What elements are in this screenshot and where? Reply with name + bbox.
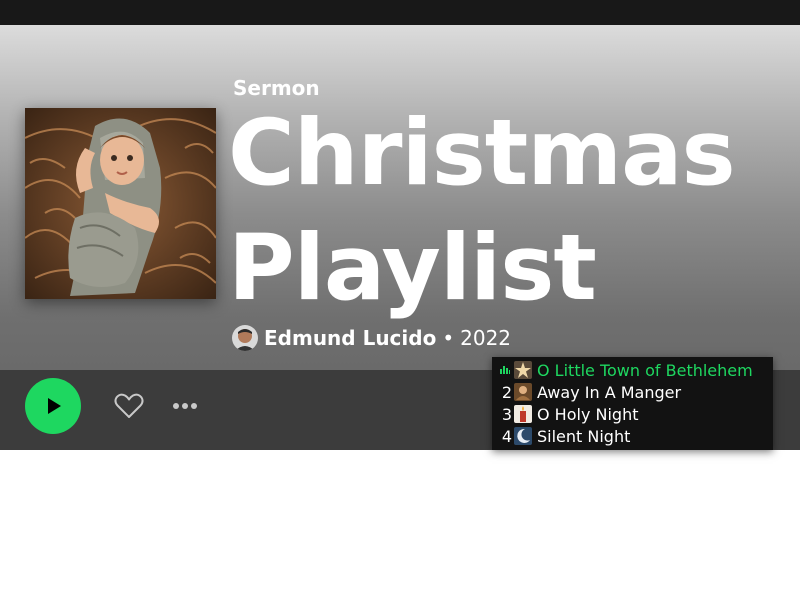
owner-avatar[interactable]	[232, 325, 258, 351]
owner-name-link[interactable]: Edmund Lucido	[264, 326, 436, 350]
top-bar	[0, 0, 800, 25]
playlist-cover-image	[25, 108, 216, 299]
track-number: 4	[501, 426, 512, 446]
track-title[interactable]: O Holy Night	[537, 405, 638, 424]
like-button[interactable]	[113, 390, 145, 422]
release-year: 2022	[460, 326, 512, 350]
track-title[interactable]: Silent Night	[537, 427, 630, 446]
candle-thumb	[514, 405, 532, 423]
track-title[interactable]: O Little Town of Bethlehem	[537, 361, 753, 380]
track-row[interactable]: 3 O Holy Night	[492, 403, 773, 425]
track-row[interactable]: O Little Town of Bethlehem	[492, 359, 773, 381]
play-icon	[48, 398, 61, 414]
separator-dot: •	[442, 326, 455, 350]
more-horizontal-icon	[173, 403, 197, 409]
moon-thumb	[514, 427, 532, 445]
track-row[interactable]: 2 Away In A Manger	[492, 381, 773, 403]
play-button[interactable]	[25, 378, 81, 434]
star-angel-thumb	[514, 361, 532, 379]
playlist-title: Christmas Playlist	[228, 101, 736, 321]
track-row[interactable]: 4 Silent Night	[492, 425, 773, 447]
playlist-owner-row: Edmund Lucido • 2022	[232, 324, 511, 352]
track-number: 3	[501, 404, 512, 424]
track-number: 2	[501, 382, 512, 402]
heart-outline-icon	[114, 393, 144, 418]
now-playing-equalizer-icon	[492, 366, 514, 374]
track-list: O Little Town of Bethlehem 2 Away In A M…	[492, 357, 773, 450]
manger-thumb	[514, 383, 532, 401]
more-options-button[interactable]	[170, 395, 202, 417]
track-title[interactable]: Away In A Manger	[537, 383, 681, 402]
